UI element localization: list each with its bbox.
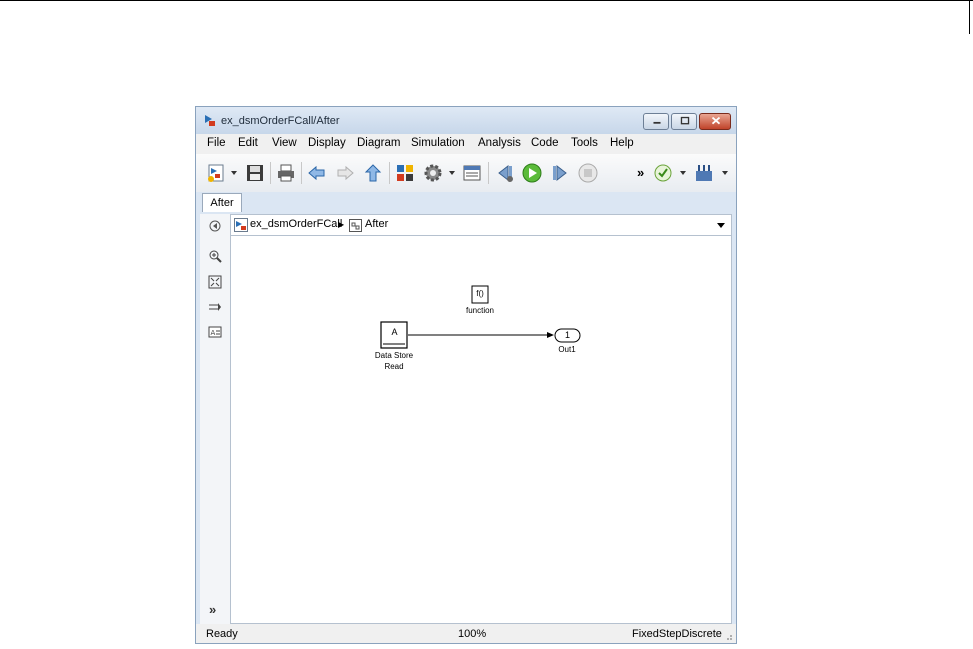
menu-help[interactable]: Help — [610, 137, 634, 149]
step-forward-icon — [553, 164, 567, 182]
breadcrumb-dropdown-icon[interactable] — [717, 223, 725, 228]
stop-icon — [578, 163, 598, 183]
run-icon — [522, 163, 542, 183]
toolbar-separator — [270, 162, 271, 184]
svg-text:A: A — [211, 329, 216, 337]
status-text: Ready — [206, 628, 238, 640]
status-bar: Ready 100% FixedStepDiscrete — [196, 624, 736, 643]
breadcrumb-current[interactable]: After — [365, 218, 388, 230]
left-palette: A » — [200, 214, 230, 624]
build-icon — [696, 165, 712, 181]
close-button[interactable] — [699, 113, 731, 130]
build-button[interactable] — [693, 162, 715, 184]
title-bar: ex_dsmOrderFCall/After — [196, 107, 736, 134]
data-store-read-label-2: Read — [384, 362, 404, 371]
build-dropdown[interactable] — [722, 171, 728, 175]
model-config-button[interactable] — [422, 162, 444, 184]
function-block-text: f() — [476, 289, 484, 298]
toolbar: » — [196, 154, 736, 193]
model-advisor-icon — [654, 164, 672, 182]
stop-button[interactable] — [577, 162, 599, 184]
tab-after[interactable]: After — [202, 193, 242, 212]
signal-arrows-icon[interactable] — [208, 300, 222, 314]
toolbar-separator — [389, 162, 390, 184]
simulink-window: ex_dsmOrderFCall/After File Edit View Di… — [195, 106, 737, 644]
model-explorer-button[interactable] — [461, 162, 483, 184]
up-icon — [364, 164, 382, 182]
print-button[interactable] — [275, 162, 297, 184]
outport-label: Out1 — [558, 345, 576, 354]
toolbar-separator — [301, 162, 302, 184]
zoom-in-icon[interactable] — [208, 249, 222, 263]
save-button[interactable] — [244, 162, 266, 184]
close-icon — [711, 116, 721, 125]
library-browser-icon — [397, 165, 413, 181]
minimize-button[interactable] — [643, 113, 669, 130]
minimize-icon — [653, 121, 661, 124]
toolbar-separator — [488, 162, 489, 184]
window-title: ex_dsmOrderFCall/After — [221, 115, 340, 127]
new-model-dropdown[interactable] — [231, 171, 237, 175]
step-back-button[interactable] — [494, 162, 516, 184]
hide-browser-icon[interactable] — [208, 219, 222, 233]
up-button[interactable] — [362, 162, 384, 184]
print-icon — [278, 164, 294, 182]
step-forward-button[interactable] — [549, 162, 571, 184]
maximize-icon — [680, 116, 690, 125]
fit-to-view-icon[interactable] — [208, 275, 222, 289]
page-margin-tick — [969, 0, 970, 34]
menu-file[interactable]: File — [207, 137, 226, 149]
menu-tools[interactable]: Tools — [571, 137, 598, 149]
diagram-canvas[interactable]: f() function A Data Store Read 1 Out1 — [230, 236, 732, 624]
annotation-icon[interactable]: A — [208, 325, 222, 339]
menu-simulation[interactable]: Simulation — [411, 137, 465, 149]
maximize-button[interactable] — [671, 113, 697, 130]
model-advisor-button[interactable] — [652, 162, 674, 184]
subsystem-icon — [349, 219, 362, 232]
function-block-label: function — [465, 306, 495, 315]
forward-button[interactable] — [334, 162, 356, 184]
back-button[interactable] — [306, 162, 328, 184]
new-model-button[interactable] — [205, 162, 227, 184]
toolbar-overflow-button[interactable]: » — [637, 165, 644, 180]
model-advisor-dropdown[interactable] — [680, 171, 686, 175]
zoom-level: 100% — [458, 628, 487, 640]
menu-code[interactable]: Code — [531, 137, 559, 149]
breadcrumb-separator: ▶ — [338, 220, 345, 229]
page-top-rule — [0, 0, 973, 1]
breadcrumb: ex_dsmOrderFCall ▶ After — [230, 214, 732, 236]
menu-analysis[interactable]: Analysis — [478, 137, 521, 149]
breadcrumb-root[interactable]: ex_dsmOrderFCall — [250, 218, 342, 230]
outport-number: 1 — [564, 330, 570, 340]
back-icon — [308, 165, 325, 181]
model-explorer-icon — [463, 165, 481, 181]
tab-strip: After — [196, 192, 736, 212]
data-store-read-text: A — [391, 327, 398, 337]
menu-diagram[interactable]: Diagram — [357, 137, 400, 149]
menu-display[interactable]: Display — [308, 137, 346, 149]
menu-view[interactable]: View — [272, 137, 297, 149]
signal-arrowhead — [547, 332, 554, 338]
model-config-dropdown[interactable] — [449, 171, 455, 175]
menu-edit[interactable]: Edit — [238, 137, 258, 149]
solver-name: FixedStepDiscrete — [632, 628, 722, 640]
expand-palette-button[interactable]: » — [209, 602, 216, 617]
model-config-icon — [424, 164, 442, 182]
model-icon — [234, 218, 248, 232]
library-browser-button[interactable] — [394, 162, 416, 184]
new-model-icon — [208, 164, 224, 182]
menu-bar: File Edit View Display Diagram Simulatio… — [196, 134, 736, 154]
save-icon — [247, 165, 263, 181]
data-store-read-label-1: Data Store — [374, 351, 414, 360]
run-button[interactable] — [521, 162, 543, 184]
simulink-app-icon — [205, 115, 215, 126]
forward-icon — [337, 165, 354, 181]
resize-grip-icon[interactable] — [723, 631, 733, 641]
step-back-icon — [498, 164, 513, 182]
